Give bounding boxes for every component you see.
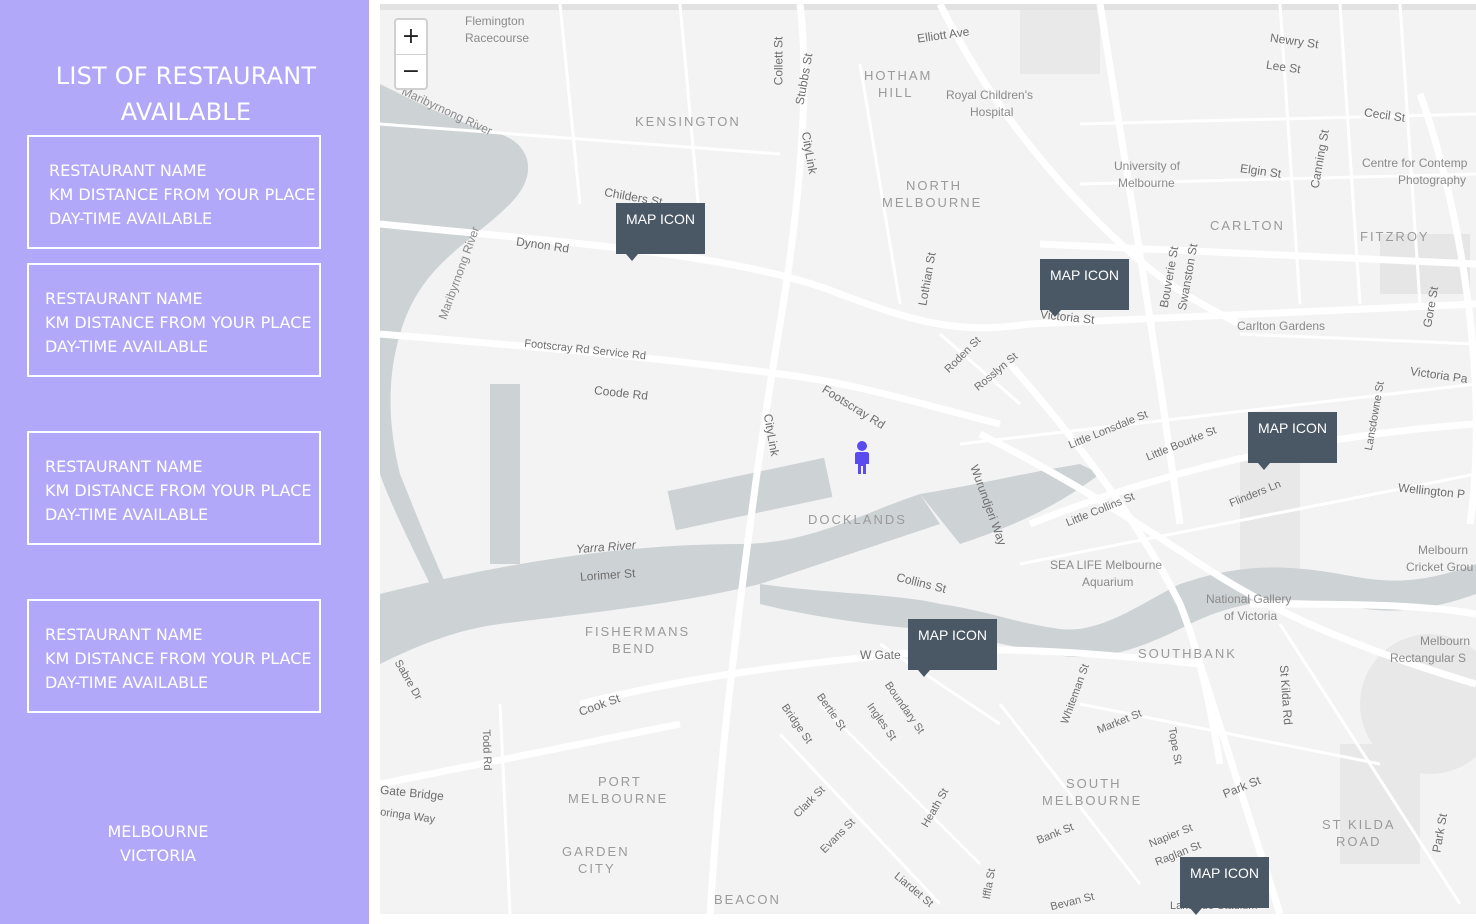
map-label: Cricket Grou <box>1406 560 1474 574</box>
map-label: W Gate <box>860 648 901 662</box>
person-icon[interactable] <box>852 440 872 476</box>
map-marker[interactable]: MAP ICON <box>1180 857 1269 915</box>
location-state: VICTORIA <box>120 846 196 865</box>
map-label: Racecourse <box>465 31 530 45</box>
map-label: BEND <box>612 641 657 656</box>
map-label: MELBOURNE <box>882 195 983 210</box>
map-label: SOUTHBANK <box>1138 646 1237 661</box>
map-label: of Victoria <box>1224 609 1278 623</box>
sidebar-title-line2: AVAILABLE <box>120 98 252 126</box>
map-label: SEA LIFE Melbourne <box>1050 558 1163 572</box>
map-marker[interactable]: MAP ICON <box>616 203 705 261</box>
map-label: BEACON <box>714 892 781 907</box>
map-label: Flemington <box>465 14 525 28</box>
map-label: MELBOURNE <box>1042 793 1143 808</box>
map-label: FISHERMANS <box>585 624 691 639</box>
map-label: FITZROY <box>1360 229 1430 244</box>
restaurant-card-3[interactable]: RESTAURANT NAME KM DISTANCE FROM YOUR PL… <box>27 431 321 545</box>
restaurant-distance: KM DISTANCE FROM YOUR PLACE <box>45 313 312 332</box>
map-label: Carlton Gardens <box>1237 319 1326 333</box>
map-label: MELBOURNE <box>568 791 669 806</box>
map-label: Melbourn <box>1420 634 1471 648</box>
restaurant-distance: KM DISTANCE FROM YOUR PLACE <box>45 481 312 500</box>
restaurant-distance: KM DISTANCE FROM YOUR PLACE <box>45 649 312 668</box>
restaurant-card-4[interactable]: RESTAURANT NAME KM DISTANCE FROM YOUR PL… <box>27 599 321 713</box>
sidebar-title: LIST OF RESTAURANT AVAILABLE <box>10 58 362 130</box>
restaurant-card-1[interactable]: RESTAURANT NAME KM DISTANCE FROM YOUR PL… <box>27 135 321 249</box>
map-label: HILL <box>878 85 914 100</box>
restaurant-name: RESTAURANT NAME <box>45 625 203 644</box>
restaurant-time: DAY-TIME AVAILABLE <box>49 209 213 228</box>
map-marker[interactable]: MAP ICON <box>908 619 997 677</box>
zoom-out-button[interactable]: − <box>396 55 426 89</box>
location-label: MELBOURNE VICTORIA <box>58 820 258 868</box>
map-label: CARLTON <box>1210 218 1285 233</box>
location-city: MELBOURNE <box>107 822 209 841</box>
zoom-control: + − <box>394 18 428 90</box>
map-label: University of <box>1114 159 1181 173</box>
map-label: Photography <box>1398 173 1467 187</box>
restaurant-distance: KM DISTANCE FROM YOUR PLACE <box>49 185 316 204</box>
map-label: CITY <box>578 861 616 876</box>
map-label: PORT <box>598 774 642 789</box>
restaurant-time: DAY-TIME AVAILABLE <box>45 337 209 356</box>
restaurant-time: DAY-TIME AVAILABLE <box>45 673 209 692</box>
map-label: GARDEN <box>562 844 630 859</box>
map-label: HOTHAM <box>864 68 933 83</box>
zoom-in-button[interactable]: + <box>396 20 426 55</box>
map-label: DOCKLANDS <box>808 512 907 527</box>
sidebar-title-line1: LIST OF RESTAURANT <box>55 62 317 90</box>
restaurant-name: RESTAURANT NAME <box>49 161 207 180</box>
restaurant-time: DAY-TIME AVAILABLE <box>45 505 209 524</box>
map-label: Melbourn <box>1418 543 1469 557</box>
map-marker[interactable]: MAP ICON <box>1040 259 1129 317</box>
map-label: Centre for Contemp <box>1362 156 1468 170</box>
map-marker[interactable]: MAP ICON <box>1248 412 1337 470</box>
restaurant-name: RESTAURANT NAME <box>45 457 203 476</box>
map-label: National Gallery <box>1206 592 1292 606</box>
restaurant-card-2[interactable]: RESTAURANT NAME KM DISTANCE FROM YOUR PL… <box>27 263 321 377</box>
map-label: Todd Rd <box>479 729 494 771</box>
map-label: Hospital <box>970 105 1014 119</box>
map-label: Aquarium <box>1082 575 1134 589</box>
map-label: NORTH <box>906 178 962 193</box>
map-label: SOUTH <box>1066 776 1122 791</box>
map-label: Melbourne <box>1118 176 1175 190</box>
map-label: KENSINGTON <box>635 114 741 129</box>
restaurant-name: RESTAURANT NAME <box>45 289 203 308</box>
map-label: Royal Children's <box>946 88 1033 102</box>
restaurant-sidebar: LIST OF RESTAURANT AVAILABLE RESTAURANT … <box>0 0 372 924</box>
map-label: Collett St <box>771 36 786 86</box>
map-label: ROAD <box>1336 834 1382 849</box>
map-label: ST KILDA <box>1322 817 1396 832</box>
map-label: Rectangular S <box>1390 651 1467 665</box>
